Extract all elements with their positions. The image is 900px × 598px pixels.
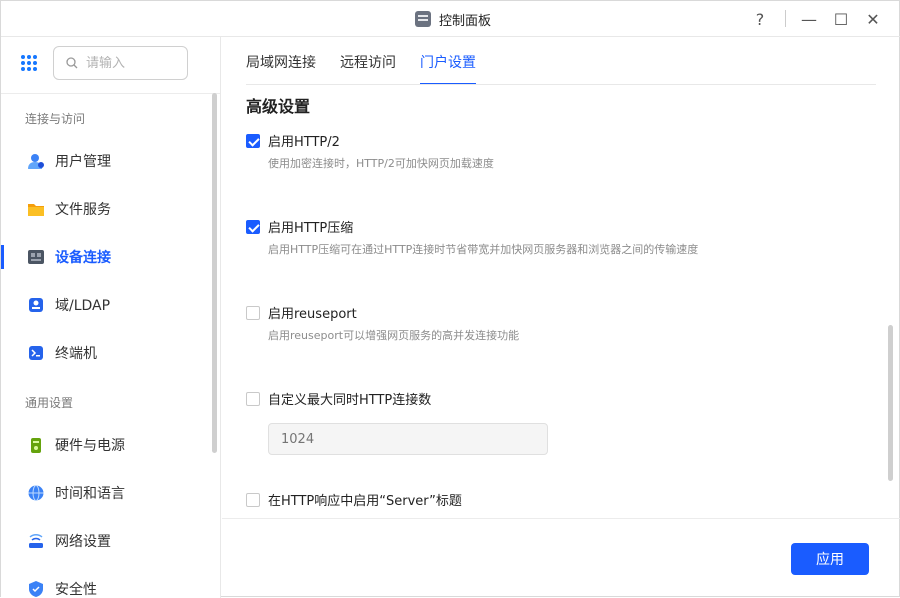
domain-ldap-icon bbox=[29, 298, 43, 312]
option-server-header[interactable]: 在HTTP响应中启用“Server”标题 bbox=[246, 490, 462, 509]
http2-checkbox[interactable] bbox=[246, 133, 260, 148]
sidebar-item-terminal[interactable]: 终端机 bbox=[1, 333, 211, 373]
http-compression-checkbox[interactable] bbox=[246, 219, 260, 234]
sidebar-item-network[interactable]: 网络设置 bbox=[1, 521, 211, 561]
sidebar-item-label: 设备连接 bbox=[55, 250, 111, 266]
sidebar-item-hardware-power[interactable]: 硬件与电源 bbox=[1, 425, 211, 465]
router-icon bbox=[29, 533, 43, 548]
option-label: 启用reuseport bbox=[268, 307, 357, 322]
option-description: 启用HTTP压缩可在通过HTTP连接时节省带宽并加快网页服务器和浏览器之间的传输… bbox=[268, 243, 699, 256]
control-panel-icon bbox=[415, 11, 431, 27]
option-label: 启用HTTP/2 bbox=[268, 135, 340, 150]
option-description: 启用reuseport可以增强网页服务的高并发连接功能 bbox=[268, 329, 520, 342]
sidebar-item-label: 硬件与电源 bbox=[55, 438, 125, 454]
titlebar-separator bbox=[785, 10, 786, 27]
section-label-general: 通用设置 bbox=[25, 396, 74, 410]
sidebar-item-user-management[interactable]: 用户管理 bbox=[1, 141, 211, 181]
window-title: 控制面板 bbox=[439, 13, 492, 29]
max-connections-checkbox[interactable] bbox=[246, 391, 260, 406]
section-label-connection: 连接与访问 bbox=[25, 112, 86, 126]
search-icon bbox=[66, 57, 78, 69]
sidebar-item-label: 时间和语言 bbox=[55, 486, 125, 502]
footer-divider bbox=[222, 518, 900, 519]
globe-icon bbox=[28, 485, 44, 501]
sidebar-item-label: 域/LDAP bbox=[55, 298, 111, 314]
terminal-icon bbox=[29, 346, 43, 360]
tab-portal-settings[interactable]: 门户设置 bbox=[420, 37, 476, 85]
tab-remote-access[interactable]: 远程访问 bbox=[340, 37, 396, 83]
server-header-checkbox[interactable] bbox=[246, 492, 260, 507]
title-bar: 控制面板 ? — ☐ ✕ bbox=[1, 1, 900, 37]
option-label: 自定义最大同时HTTP连接数 bbox=[268, 393, 432, 408]
close-icon[interactable]: ✕ bbox=[862, 8, 884, 30]
hardware-power-icon bbox=[31, 438, 41, 453]
section-title: 高级设置 bbox=[246, 97, 311, 116]
sidebar-scrollbar[interactable] bbox=[212, 93, 217, 453]
shield-icon bbox=[29, 581, 43, 597]
sidebar-item-label: 终端机 bbox=[55, 346, 97, 362]
sidebar-item-security[interactable]: 安全性 bbox=[1, 569, 211, 598]
option-http2[interactable]: 启用HTTP/2 bbox=[246, 131, 340, 150]
tabs-divider bbox=[246, 84, 876, 85]
option-description: 使用加密连接时，HTTP/2可加快网页加载速度 bbox=[268, 157, 494, 170]
sidebar-item-file-services[interactable]: 文件服务 bbox=[1, 189, 211, 229]
control-panel-window: 控制面板 ? — ☐ ✕ 连接与访问 用户管理 bbox=[0, 0, 900, 598]
user-management-icon bbox=[28, 154, 44, 169]
apply-button[interactable]: 应用 bbox=[791, 543, 869, 575]
sidebar-item-time-language[interactable]: 时间和语言 bbox=[1, 473, 211, 513]
help-icon[interactable]: ? bbox=[749, 8, 771, 30]
sidebar: 连接与访问 用户管理 文件服务 设备连接 域/LDAP bbox=[1, 37, 221, 598]
max-connections-input[interactable] bbox=[268, 423, 548, 455]
option-max-connections[interactable]: 自定义最大同时HTTP连接数 bbox=[246, 389, 431, 408]
main-panel: 局域网连接 远程访问 门户设置 高级设置 启用HTTP/2 使用加密连接时，HT… bbox=[222, 37, 900, 517]
sidebar-item-label: 文件服务 bbox=[55, 202, 111, 218]
tab-lan-connection[interactable]: 局域网连接 bbox=[246, 37, 316, 83]
minimize-icon[interactable]: — bbox=[798, 8, 820, 30]
option-label: 启用HTTP压缩 bbox=[268, 221, 354, 236]
sidebar-item-label: 用户管理 bbox=[55, 154, 111, 170]
search-input[interactable] bbox=[86, 55, 176, 71]
option-label: 在HTTP响应中启用“Server”标题 bbox=[268, 494, 462, 509]
apps-grid-icon[interactable] bbox=[21, 55, 37, 71]
sidebar-divider bbox=[1, 93, 220, 94]
sidebar-item-label: 安全性 bbox=[55, 582, 97, 598]
device-connection-icon bbox=[28, 250, 44, 264]
maximize-icon[interactable]: ☐ bbox=[830, 8, 852, 30]
option-reuseport[interactable]: 启用reuseport bbox=[246, 303, 357, 322]
tab-bar: 局域网连接 远程访问 门户设置 bbox=[246, 37, 476, 85]
sidebar-item-label: 网络设置 bbox=[55, 534, 111, 550]
option-http-compression[interactable]: 启用HTTP压缩 bbox=[246, 217, 353, 236]
folder-icon bbox=[28, 204, 44, 216]
main-scrollbar[interactable] bbox=[888, 325, 893, 481]
sidebar-item-device-connection[interactable]: 设备连接 bbox=[1, 237, 211, 277]
window-title-group: 控制面板 bbox=[415, 9, 491, 29]
sidebar-item-domain-ldap[interactable]: 域/LDAP bbox=[1, 285, 211, 325]
search-box[interactable] bbox=[53, 46, 188, 80]
reuseport-checkbox[interactable] bbox=[246, 305, 260, 320]
